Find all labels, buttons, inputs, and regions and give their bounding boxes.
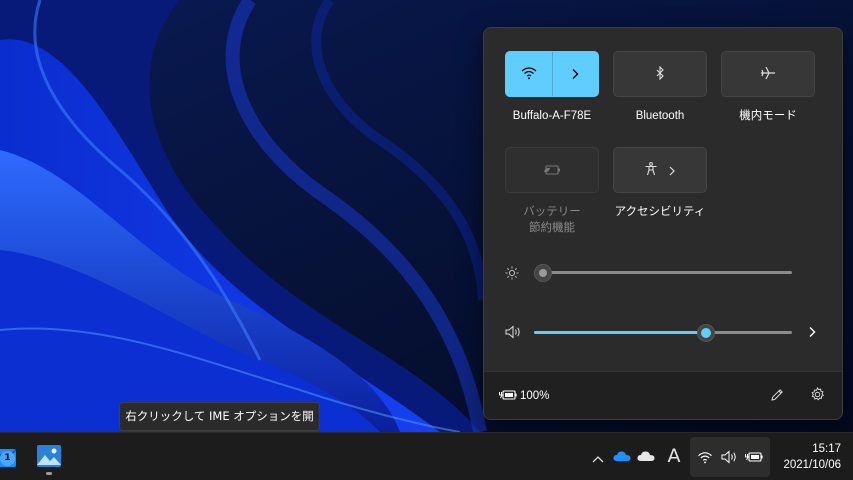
cloud-icon: [637, 447, 655, 466]
running-indicator: [46, 472, 52, 475]
ime-tooltip: 右クリックして IME オプションを開きます: [119, 402, 320, 450]
chevron-up-icon: [592, 448, 604, 467]
battery-charging-icon: [744, 449, 764, 465]
brightness-slider-thumb[interactable]: [534, 264, 552, 282]
pencil-icon: [770, 387, 784, 406]
battery-saver-icon: [543, 161, 561, 180]
volume-icon: [720, 449, 738, 465]
mail-notification-badge: 1: [0, 451, 15, 466]
wifi-tile[interactable]: [505, 51, 599, 97]
bluetooth-tile-label: Bluetooth: [635, 110, 685, 122]
chevron-right-icon: [570, 65, 580, 84]
taskbar: 1 A 15:17 2021/10/06: [0, 432, 853, 480]
airplane-mode-tile-label: 機内モード: [739, 110, 797, 122]
onedrive-personal-button[interactable]: [612, 448, 632, 464]
clock-date: 2021/10/06: [783, 459, 841, 471]
battery-saver-label-line2: 節約機能: [529, 222, 575, 234]
wifi-icon: [521, 65, 537, 84]
gear-icon: [810, 386, 825, 406]
volume-slider-thumb[interactable]: [697, 324, 716, 342]
onedrive-business-button[interactable]: [636, 448, 656, 464]
ime-mode-indicator[interactable]: A: [665, 443, 683, 469]
brightness-icon: [504, 265, 520, 281]
accessibility-tile-label: アクセシビリティ: [614, 206, 706, 218]
settings-button[interactable]: [808, 386, 826, 406]
battery-saver-label-line1: バッテリー: [523, 206, 581, 218]
photos-app-button[interactable]: [36, 443, 62, 475]
accessibility-tile[interactable]: [613, 147, 707, 193]
show-hidden-icons-button[interactable]: [590, 449, 606, 465]
volume-icon[interactable]: [504, 324, 522, 340]
battery-saver-tile[interactable]: [505, 147, 599, 193]
airplane-icon: [760, 65, 776, 84]
photos-icon: [37, 445, 61, 471]
accessibility-icon: [644, 161, 658, 180]
battery-saver-tile-label: バッテリー 節約機能: [497, 204, 607, 236]
bluetooth-icon: [655, 65, 665, 84]
wifi-icon: [696, 449, 714, 465]
volume-slider-fill: [534, 331, 707, 334]
battery-charging-icon: [499, 388, 517, 402]
clock-time: 15:17: [812, 443, 841, 455]
quick-settings-flyout: Buffalo-A-F78E Bluetooth 機内モード バッテリー 節約機…: [483, 27, 843, 420]
mail-app-button[interactable]: 1: [0, 443, 20, 471]
chevron-right-icon: [807, 323, 817, 342]
battery-percent[interactable]: 100%: [520, 388, 549, 404]
wifi-network-list-button[interactable]: [552, 52, 598, 96]
airplane-mode-tile[interactable]: [721, 51, 815, 97]
network-volume-battery-group[interactable]: [690, 437, 770, 477]
taskbar-clock[interactable]: 15:17 2021/10/06: [783, 441, 841, 473]
edit-quick-settings-button[interactable]: [768, 387, 786, 405]
wifi-tile-label: Buffalo-A-F78E: [512, 110, 592, 122]
chevron-right-icon: [668, 161, 676, 180]
wifi-toggle[interactable]: [506, 52, 552, 96]
bluetooth-tile[interactable]: [613, 51, 707, 97]
brightness-slider-track[interactable]: [534, 271, 792, 274]
volume-output-button[interactable]: [804, 324, 820, 340]
quick-settings-main: Buffalo-A-F78E Bluetooth 機内モード バッテリー 節約機…: [484, 28, 842, 371]
quick-settings-footer: 100%: [484, 371, 842, 419]
onedrive-cloud-icon: [613, 447, 631, 466]
